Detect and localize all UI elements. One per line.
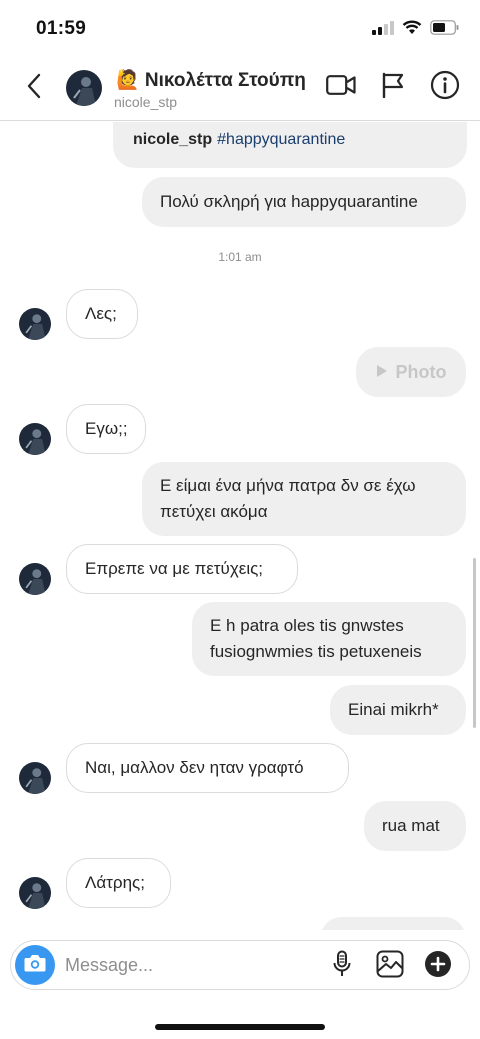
avatar[interactable] xyxy=(66,70,102,106)
scrollbar[interactable] xyxy=(473,558,476,728)
message-bubble-received[interactable]: Εγω;; xyxy=(66,404,146,454)
avatar[interactable] xyxy=(19,423,51,455)
message-thread[interactable]: nicole_stp #happyquarantine Πολύ σκληρή … xyxy=(0,122,480,930)
wifi-icon xyxy=(402,20,422,40)
chat-header: 🙋 Νικολέττα Στούπη nicole_stp xyxy=(0,58,480,121)
photo-message[interactable]: Photo xyxy=(356,347,466,397)
shared-post-caption[interactable]: nicole_stp #happyquarantine xyxy=(113,122,467,168)
message-bubble-sent-partial[interactable] xyxy=(320,917,466,930)
avatar[interactable] xyxy=(19,563,51,595)
camera-icon xyxy=(23,953,47,978)
message-text-line: πετύχει ακόμα xyxy=(160,502,268,521)
message-timestamp: 1:01 am xyxy=(218,250,262,264)
message-bubble-received[interactable]: Λες; xyxy=(66,289,138,339)
play-icon xyxy=(376,362,388,383)
gallery-icon xyxy=(376,950,404,983)
message-text: Επρεπε να με πετύχεις; xyxy=(85,559,264,578)
message-text-line: fusiognwmies tis petuxeneis xyxy=(210,642,422,661)
message-text: Λάτρης; xyxy=(85,873,145,892)
contact-name[interactable]: 🙋 Νικολέττα Στούπη xyxy=(116,68,306,92)
message-input[interactable] xyxy=(65,949,325,981)
back-button[interactable] xyxy=(20,72,48,104)
video-call-button[interactable] xyxy=(326,72,356,102)
flag-icon xyxy=(381,72,405,103)
shared-post-hashtag[interactable]: #happyquarantine xyxy=(217,131,345,149)
chevron-left-icon xyxy=(26,73,42,104)
message-text: Ναι, μαλλον δεν ηταν γραφτό xyxy=(85,758,304,777)
status-bar: 01:59 xyxy=(0,0,480,58)
message-bubble-received[interactable]: Επρεπε να με πετύχεις; xyxy=(66,544,298,594)
camera-button[interactable] xyxy=(15,945,55,985)
message-text: Λες; xyxy=(85,304,117,323)
message-bubble-sent[interactable]: E h patra oles tis gnwstes fusiognwmies … xyxy=(192,602,466,676)
signal-icon xyxy=(372,20,394,40)
contact-username: nicole_stp xyxy=(114,94,178,110)
microphone-icon xyxy=(332,950,352,983)
message-bubble-received[interactable]: Ναι, μαλλον δεν ηταν γραφτό xyxy=(66,743,349,793)
message-text-line: Ε είμαι ένα μήνα πατρα δν σε έχω xyxy=(160,476,416,495)
message-bubble-sent[interactable]: rua mat xyxy=(364,801,466,851)
voice-message-button[interactable] xyxy=(327,950,357,983)
avatar[interactable] xyxy=(19,308,51,340)
message-text: Einai mikrh* xyxy=(348,700,439,719)
status-icons xyxy=(372,20,460,40)
photo-label: Photo xyxy=(395,361,447,382)
message-bubble-sent[interactable]: Einai mikrh* xyxy=(330,685,466,735)
info-icon xyxy=(430,70,460,105)
home-indicator xyxy=(155,1024,325,1030)
message-text: Εγω;; xyxy=(85,419,128,438)
composer-actions xyxy=(327,950,453,983)
avatar[interactable] xyxy=(19,762,51,794)
video-camera-icon xyxy=(326,74,356,101)
message-bubble-sent[interactable]: Ε είμαι ένα μήνα πατρα δν σε έχω πετύχει… xyxy=(142,462,466,536)
more-options-button[interactable] xyxy=(423,950,453,983)
message-bubble-received[interactable]: Λάτρης; xyxy=(66,858,171,908)
message-text: Πολύ σκληρή για happyquarantine xyxy=(160,192,418,211)
gallery-button[interactable] xyxy=(375,950,405,983)
message-text-line: E h patra oles tis gnwstes xyxy=(210,616,404,635)
shared-post-username: nicole_stp xyxy=(133,131,213,148)
message-composer xyxy=(10,940,470,990)
report-button[interactable] xyxy=(378,72,408,102)
info-button[interactable] xyxy=(430,70,460,105)
message-text: rua mat xyxy=(382,816,440,835)
header-actions xyxy=(326,70,460,105)
status-time: 01:59 xyxy=(36,18,87,39)
message-bubble-sent[interactable]: Πολύ σκληρή για happyquarantine xyxy=(142,177,466,227)
plus-circle-icon xyxy=(424,950,452,983)
avatar[interactable] xyxy=(19,877,51,909)
battery-icon xyxy=(430,20,460,40)
